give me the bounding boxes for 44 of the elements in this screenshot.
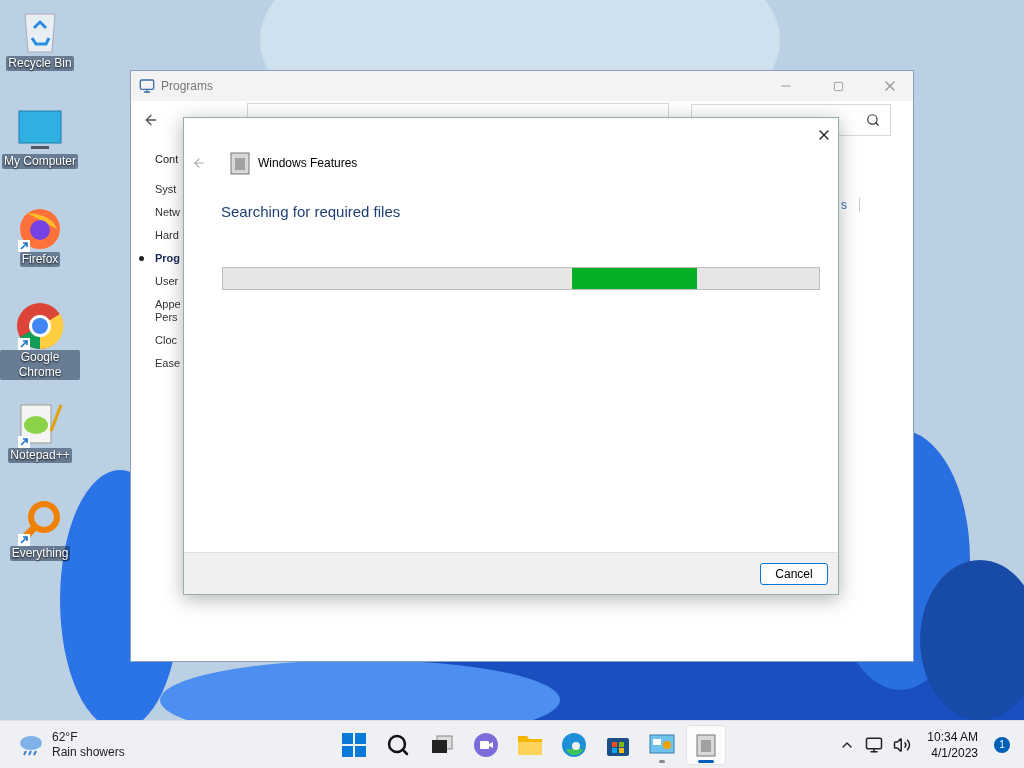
sidebar-link[interactable]: Syst: [139, 183, 177, 196]
desktop-icon-label[interactable]: Everything: [9, 546, 71, 561]
status-heading: Searching for required files: [221, 203, 402, 220]
desktop-icon-label[interactable]: Google Chrome: [0, 350, 80, 380]
weather-condition: Rain showers: [52, 744, 125, 760]
task-view-icon: [431, 734, 453, 755]
desktop-icon-label[interactable]: My Computer: [2, 154, 78, 169]
clock-date[interactable]: 4/1/2023: [931, 744, 978, 761]
back-icon[interactable]: [143, 112, 159, 128]
chat-icon: [473, 731, 499, 758]
windows-logo-icon: [342, 732, 366, 757]
network-icon[interactable]: [865, 735, 884, 754]
windows-features-icon: [694, 731, 718, 758]
sidebar-link[interactable]: Appe Pers: [139, 298, 181, 324]
search-icon: [386, 732, 410, 757]
chrome-icon: [16, 302, 64, 350]
clock-time[interactable]: 10:34 AM: [927, 728, 978, 745]
recycle-bin-icon: [22, 10, 58, 54]
sidebar-link[interactable]: Hard: [139, 229, 179, 242]
windows-features-icon: [228, 150, 252, 176]
notification-badge[interactable]: 1: [994, 736, 1010, 753]
desktop-icon-label[interactable]: Notepad++: [8, 448, 72, 463]
control-panel-icon: [649, 732, 675, 757]
temperature: 62°F: [52, 729, 79, 745]
sidebar-link[interactable]: Ease: [139, 357, 181, 370]
volume-icon[interactable]: [893, 735, 912, 754]
dialog-title: Windows Features: [258, 156, 358, 170]
sidebar-link[interactable]: Cont: [155, 153, 179, 165]
desktop-icon-label[interactable]: Recycle Bin: [6, 56, 74, 71]
cancel-button[interactable]: Cancel: [760, 562, 828, 585]
sidebar-link[interactable]: User: [139, 275, 179, 288]
window-title: Programs: [161, 79, 214, 93]
sidebar-link[interactable]: Cloc: [139, 334, 177, 347]
taskbar-app-button[interactable]: [686, 724, 726, 765]
sidebar-link[interactable]: Prog: [139, 252, 181, 265]
sidebar-link[interactable]: Netw: [139, 206, 181, 219]
monitor-icon: [17, 109, 63, 151]
folder-icon: [517, 733, 543, 756]
link[interactable]: s: [841, 198, 860, 212]
control-panel-icon: [139, 78, 155, 94]
desktop-icon-label[interactable]: Firefox: [19, 252, 61, 267]
edge-icon: [561, 731, 587, 758]
search-icon[interactable]: [866, 113, 880, 127]
notepad-icon: [17, 401, 63, 447]
